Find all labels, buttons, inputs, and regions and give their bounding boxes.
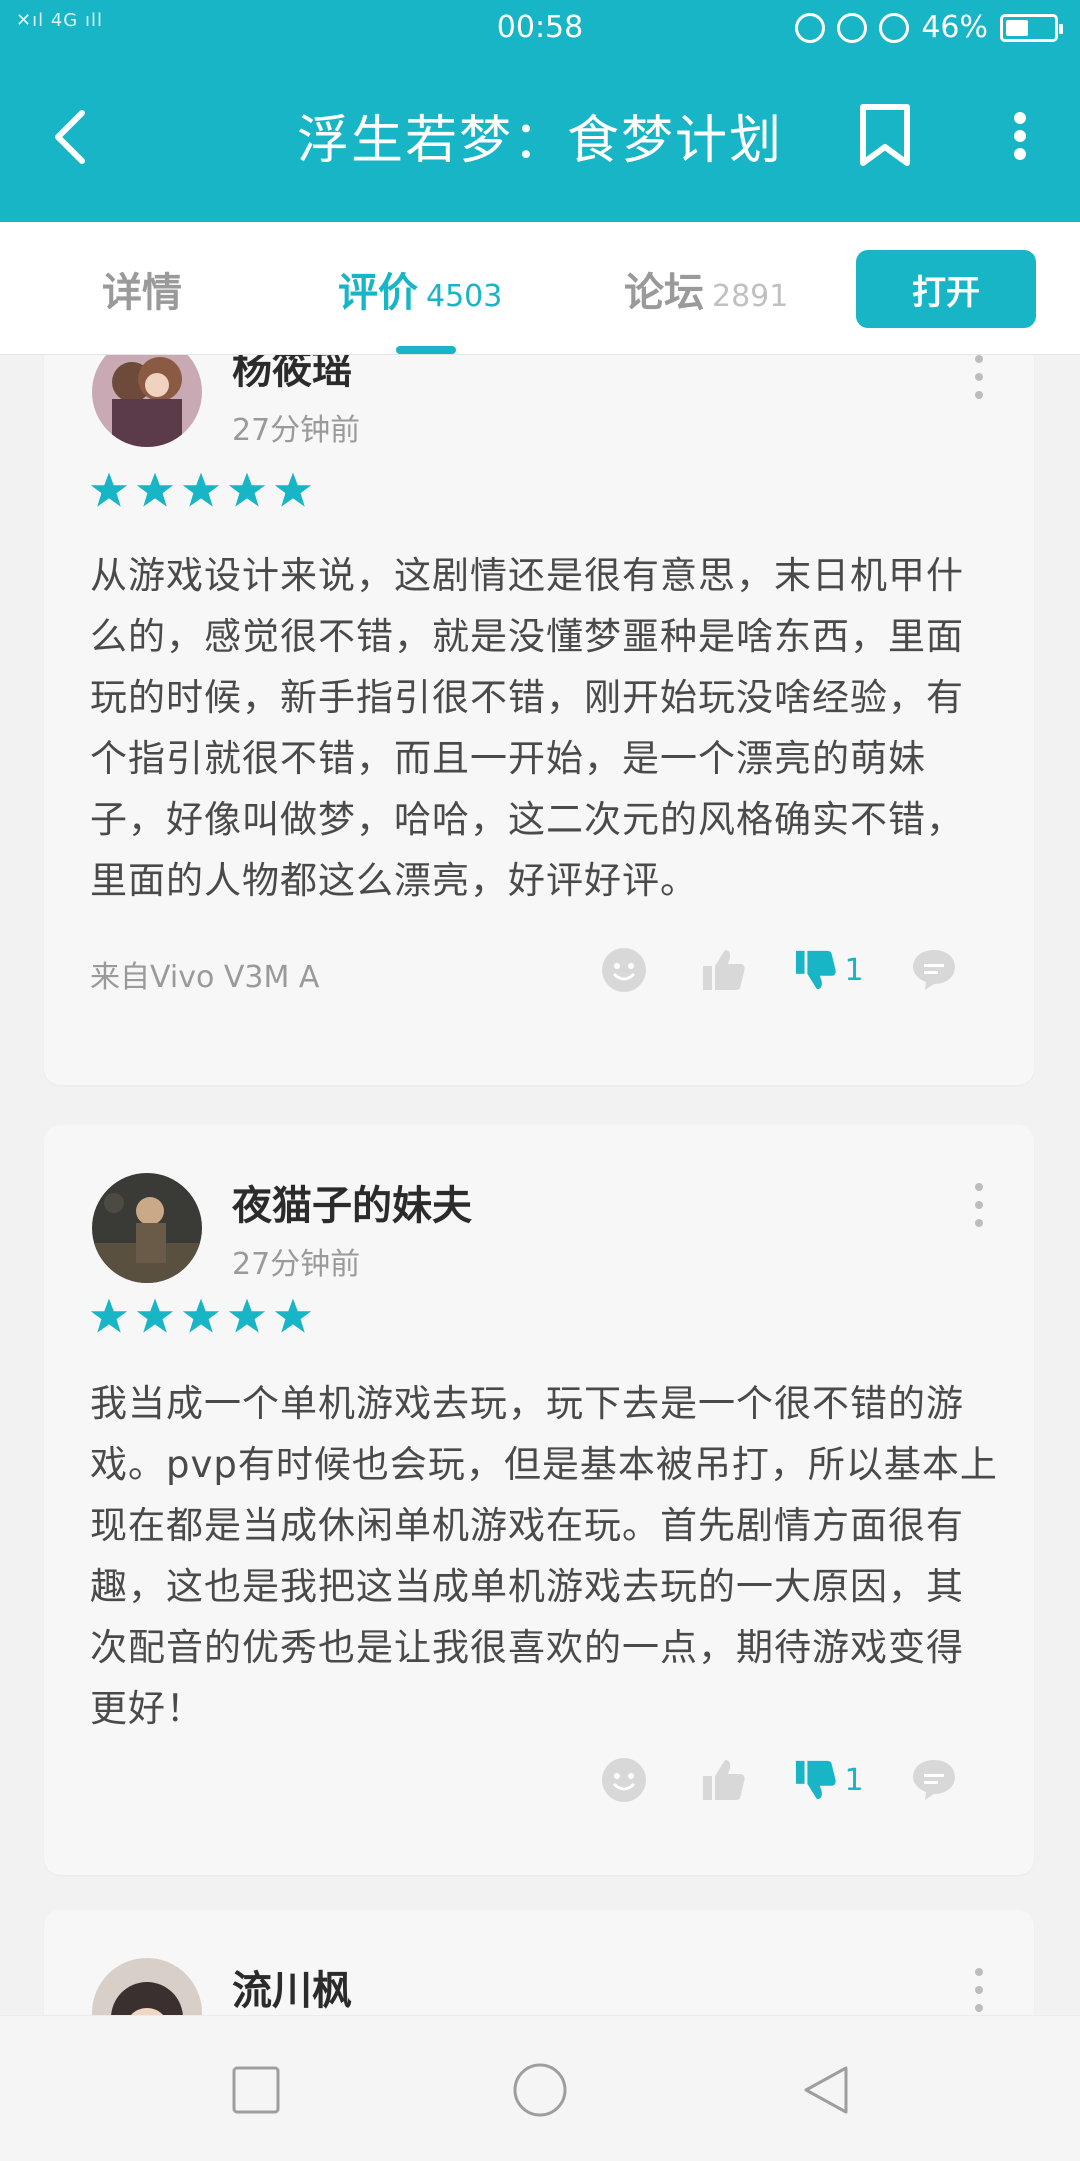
emoji-react-button[interactable] [574,1750,674,1810]
review-actions: 1 [574,940,984,1000]
rating-stars [90,1297,312,1335]
tab-bar: 详情 评价 4503 论坛 2891 打开 [0,222,1080,355]
reviewer-name[interactable]: 夜猫子的妹夫 [232,1173,472,1231]
tab-forum-count: 2891 [712,279,789,314]
dislike-button[interactable]: 1 [774,1750,884,1810]
rating-stars [90,471,312,509]
more-vertical-icon [1014,112,1026,160]
system-navigation-bar [0,2015,1080,2161]
review-text[interactable]: 我当成一个单机游戏去玩，玩下去是一个很不错的游戏。pvp有时候也会玩，但是基本被… [90,1373,1000,1739]
review-card: 流川枫 [44,1910,1034,2015]
recent-apps-button[interactable] [230,2064,282,2116]
comment-icon [913,950,955,990]
review-time: 27分钟前 [232,1247,361,1282]
tab-reviews-count: 4503 [426,279,503,314]
review-list[interactable]: 杨筱瑶 27分钟前 从游戏设计来说，这剧情还是很有意思，末日机甲什么的，感觉很不… [0,355,1080,2015]
review-time: 27分钟前 [232,413,361,448]
alarm-icon [879,12,910,43]
bookmark-button[interactable] [850,96,920,176]
navigation-bar: 浮生若梦：食梦计划 [0,92,1080,182]
tab-reviews-label: 评价 [338,270,418,316]
circle-icon [513,2063,567,2117]
review-more-button[interactable] [974,355,984,399]
open-app-button[interactable]: 打开 [856,250,1036,328]
star-icon [274,1298,312,1333]
review-card: 杨筱瑶 27分钟前 从游戏设计来说，这剧情还是很有意思，末日机甲什么的，感觉很不… [44,355,1034,1085]
like-button[interactable] [674,1750,774,1810]
tab-forum-label: 论坛 [624,270,704,316]
tab-forum[interactable]: 论坛 2891 [624,260,788,318]
back-nav-button[interactable] [800,2064,852,2116]
like-button[interactable] [674,940,774,1000]
tab-details-label: 详情 [102,270,182,316]
reviewer-name[interactable]: 流川枫 [232,1958,352,2015]
star-icon [136,1298,174,1333]
star-icon [228,1298,266,1333]
status-icons: 46% [795,10,1063,45]
dislike-button[interactable]: 1 [774,940,884,1000]
square-icon [232,2066,280,2114]
review-more-button[interactable] [974,1968,984,2012]
bookmark-icon [860,104,910,166]
data-saver-icon [795,12,826,43]
comment-button[interactable] [884,1750,984,1810]
thumbs-up-icon [703,1760,745,1800]
avatar-image [92,1958,202,2015]
reviewer-name[interactable]: 杨筱瑶 [232,355,352,395]
thumbs-down-icon [796,1760,837,1800]
top-app-bar: ✕ıl 4G ıll 00:58 46% 浮生若梦：食梦计划 [0,0,1080,222]
smiley-icon [602,1758,646,1802]
review-card: 夜猫子的妹夫 27分钟前 我当成一个单机游戏去玩，玩下去是一个很不错的游戏。pv… [44,1125,1034,1875]
star-icon [90,472,128,507]
star-icon [182,1298,220,1333]
avatar[interactable] [92,355,202,447]
home-button[interactable] [512,2062,568,2118]
review-more-button[interactable] [974,1183,984,1227]
lock-rotation-icon [837,12,868,43]
comment-icon [913,1760,955,1800]
avatar-image [92,355,202,447]
comment-button[interactable] [884,940,984,1000]
thumbs-down-icon [796,950,837,990]
tab-details[interactable]: 详情 [102,260,182,318]
star-icon [228,472,266,507]
smiley-icon [602,948,646,992]
dislike-count: 1 [844,952,864,988]
star-icon [90,1298,128,1333]
star-icon [182,472,220,507]
avatar-image [92,1173,202,1283]
review-device: 来自Vivo V3M A [90,960,320,995]
status-bar: ✕ıl 4G ıll 00:58 46% [0,0,1080,56]
star-icon [274,472,312,507]
dislike-count: 1 [844,1762,864,1798]
tab-reviews[interactable]: 评价 4503 [338,260,502,318]
emoji-react-button[interactable] [574,940,674,1000]
thumbs-up-icon [703,950,745,990]
review-text[interactable]: 从游戏设计来说，这剧情还是很有意思，末日机甲什么的，感觉很不错，就是没懂梦噩种是… [90,545,970,911]
avatar[interactable] [92,1958,202,2015]
avatar[interactable] [92,1173,202,1283]
more-options-button[interactable] [1000,96,1040,176]
active-tab-indicator [396,346,456,354]
battery-icon [1000,13,1063,42]
triangle-back-icon [804,2066,848,2114]
review-actions: 1 [574,1750,984,1810]
battery-percent: 46% [921,10,988,45]
star-icon [136,472,174,507]
